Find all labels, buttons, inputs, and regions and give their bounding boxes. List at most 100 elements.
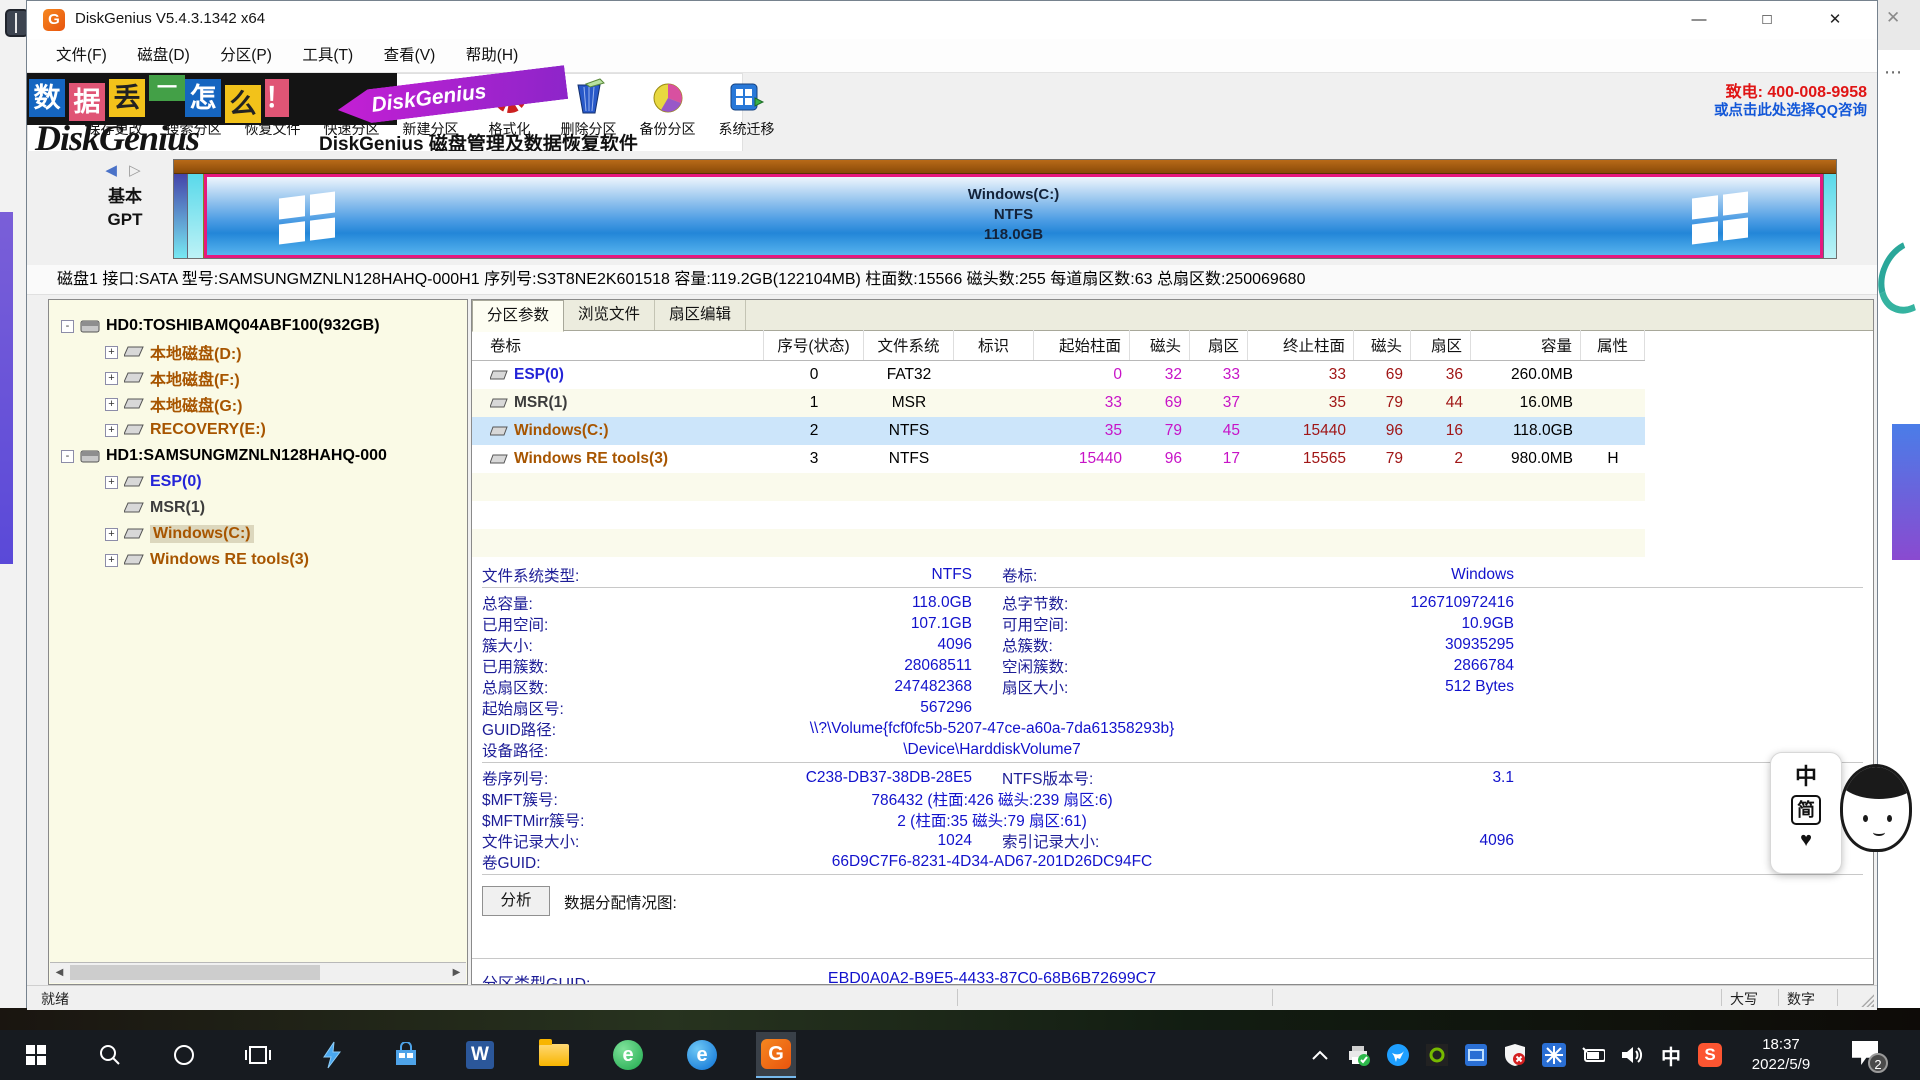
taskbar: W e e G <box>0 1030 1920 1080</box>
expand-icon[interactable]: + <box>105 346 118 359</box>
tree-item-windows-c[interactable]: + Windows(C:) <box>49 522 254 546</box>
expand-icon[interactable]: + <box>105 476 118 489</box>
menu-partition[interactable]: 分区(P) <box>207 39 285 72</box>
partition-windows-c[interactable]: Windows(C:) NTFS 118.0GB <box>204 174 1823 258</box>
tray-printer-icon[interactable] <box>1347 1042 1371 1068</box>
table-row-esp[interactable]: ESP(0) 0 FAT32 0 32 33 33 69 36 260.0MB <box>472 361 1645 389</box>
background-menu-dots-icon[interactable]: ⋯ <box>1884 62 1903 83</box>
resize-grip[interactable] <box>1860 993 1874 1007</box>
scrollbar-thumb[interactable] <box>70 965 320 980</box>
empty-table-row <box>472 529 1645 557</box>
main-area: - HD0:TOSHIBAMQ04ABF100(932GB) + 本地磁盘(D:… <box>27 296 1877 985</box>
partition-re-sliver[interactable] <box>1823 174 1836 258</box>
partition-graph-panel: ◀ ▷ 基本 GPT Windows(C:) NTFS 118.0GB <box>27 151 1877 265</box>
menu-file[interactable]: 文件(F) <box>43 39 120 72</box>
task-view-button[interactable] <box>238 1032 278 1078</box>
app-lightning[interactable] <box>312 1032 352 1078</box>
expand-icon[interactable]: + <box>105 554 118 567</box>
partition-esp-sliver[interactable] <box>174 174 188 258</box>
partition-icon <box>124 346 144 358</box>
collapse-icon[interactable]: - <box>61 450 74 463</box>
app-edge[interactable]: e <box>682 1032 722 1078</box>
partition-name: Windows(C:) <box>207 185 1820 205</box>
close-button[interactable]: ✕ <box>1801 1 1869 39</box>
tab-browse-files[interactable]: 浏览文件 <box>564 300 655 330</box>
tab-sector-edit[interactable]: 扇区编辑 <box>655 300 746 330</box>
ime-status-panel[interactable]: 中 简 ♥ <box>1770 752 1842 874</box>
table-row-msr[interactable]: MSR(1) 1 MSR 33 69 37 35 79 44 16.0MB <box>472 389 1645 417</box>
expand-icon[interactable]: + <box>105 528 118 541</box>
tray-security-shield-icon[interactable] <box>1503 1042 1527 1068</box>
action-center-button[interactable]: 2 <box>1852 1041 1882 1067</box>
start-button[interactable] <box>16 1032 56 1078</box>
tree-item-windows-re[interactable]: + Windows RE tools(3) <box>49 548 309 572</box>
tray-speaker-icon[interactable] <box>1620 1042 1644 1068</box>
menu-view[interactable]: 查看(V) <box>371 39 449 72</box>
disk-next-icon[interactable]: ▷ <box>129 162 145 179</box>
tray-ime-icon[interactable]: 中 <box>1659 1042 1683 1068</box>
title-bar[interactable]: G DiskGenius V5.4.3.1342 x64 — □ ✕ <box>27 1 1877 39</box>
tray-nvidia-icon[interactable] <box>1425 1042 1449 1068</box>
tab-strip: 分区参数 浏览文件 扇区编辑 <box>472 300 1873 331</box>
partition-icon <box>124 476 144 488</box>
tray-intel-icon[interactable] <box>1464 1042 1488 1068</box>
tree-item-hd0[interactable]: - HD0:TOSHIBAMQ04ABF100(932GB) <box>49 314 380 338</box>
tree-item-msr[interactable]: MSR(1) <box>49 496 205 520</box>
app-green-browser[interactable]: e <box>608 1032 648 1078</box>
background-close-icon[interactable]: ✕ <box>1886 8 1900 28</box>
menu-disk[interactable]: 磁盘(D) <box>124 39 203 72</box>
table-row-windows-c-selected[interactable]: Windows(C:) 2 NTFS 35 79 45 15440 96 16 … <box>472 417 1645 445</box>
system-migrate-button[interactable]: 系统迁移 <box>707 75 786 147</box>
expand-icon[interactable]: + <box>105 372 118 385</box>
partition-icon <box>124 372 144 384</box>
tree-item-recovery-e[interactable]: + RECOVERY(E:) <box>49 418 266 442</box>
folder-icon <box>539 1044 569 1066</box>
table-row-windows-re[interactable]: Windows RE tools(3) 3 NTFS 15440 96 17 1… <box>472 445 1645 473</box>
data-allocation-label: 数据分配情况图: <box>564 891 677 913</box>
partition-msr-sliver[interactable] <box>188 174 204 258</box>
tree-item-esp[interactable]: + ESP(0) <box>49 470 202 494</box>
menu-bar: 文件(F) 磁盘(D) 分区(P) 工具(T) 查看(V) 帮助(H) <box>27 39 1877 73</box>
taskbar-clock[interactable]: 18:37 2022/5/9 <box>1738 1035 1824 1075</box>
wallpaper-bottom-strip <box>0 1008 1920 1030</box>
tray-battery-icon[interactable] <box>1581 1042 1605 1068</box>
partition-icon <box>124 398 144 410</box>
disk-type-gpt: GPT <box>85 208 165 231</box>
tab-partition-params[interactable]: 分区参数 <box>472 300 564 332</box>
partition-type-guid-row: 分区类型GUID: EBD0A0A2-B9E5-4433-87C0-68B6B7… <box>482 970 1312 985</box>
disk-prev-icon[interactable]: ◀ <box>105 162 121 179</box>
taskbar-search-button[interactable] <box>90 1032 130 1078</box>
ime-heart-icon[interactable]: ♥ <box>1771 829 1841 852</box>
tree-item-local-g[interactable]: + 本地磁盘(G:) <box>49 392 242 416</box>
expand-icon[interactable]: + <box>105 424 118 437</box>
tree-horizontal-scrollbar[interactable]: ◀ ▶ <box>50 962 466 983</box>
cortana-button[interactable] <box>164 1032 204 1078</box>
analyze-button[interactable]: 分析 <box>482 886 550 916</box>
tray-dingtalk-icon[interactable] <box>1386 1042 1410 1068</box>
ime-chinese-mode[interactable]: 中 <box>1771 759 1841 791</box>
tray-snowflake-icon[interactable] <box>1542 1042 1566 1068</box>
app-word[interactable]: W <box>460 1032 500 1078</box>
scroll-left-icon[interactable]: ◀ <box>50 963 69 982</box>
mascot-face <box>1840 764 1912 852</box>
ad-tile: 数 <box>29 79 65 117</box>
tree-item-local-f[interactable]: + 本地磁盘(F:) <box>49 366 240 390</box>
menu-help[interactable]: 帮助(H) <box>453 39 532 72</box>
app-store[interactable] <box>386 1032 426 1078</box>
collapse-icon[interactable]: - <box>61 320 74 333</box>
app-file-explorer[interactable] <box>534 1032 574 1078</box>
disk-info-line: 磁盘1 接口:SATA 型号:SAMSUNGMZNLN128HAHQ-000H1… <box>27 265 1877 295</box>
tree-item-hd1[interactable]: - HD1:SAMSUNGMZNLN128HAHQ-000 <box>49 444 387 468</box>
maximize-button[interactable]: □ <box>1733 1 1801 39</box>
expand-icon[interactable]: + <box>105 398 118 411</box>
menu-tools[interactable]: 工具(T) <box>289 39 366 72</box>
scroll-right-icon[interactable]: ▶ <box>447 963 466 982</box>
minimize-button[interactable]: — <box>1665 1 1733 39</box>
app-diskgenius-active[interactable]: G <box>756 1032 796 1078</box>
partition-icon <box>124 502 144 514</box>
ime-simplified-mode[interactable]: 简 <box>1791 795 1821 825</box>
tree-item-local-d[interactable]: + 本地磁盘(D:) <box>49 340 242 364</box>
backup-partition-button[interactable]: 备份分区 <box>628 75 707 147</box>
tray-sogou-icon[interactable]: S <box>1698 1042 1722 1068</box>
tray-chevron-up-icon[interactable] <box>1308 1042 1332 1068</box>
